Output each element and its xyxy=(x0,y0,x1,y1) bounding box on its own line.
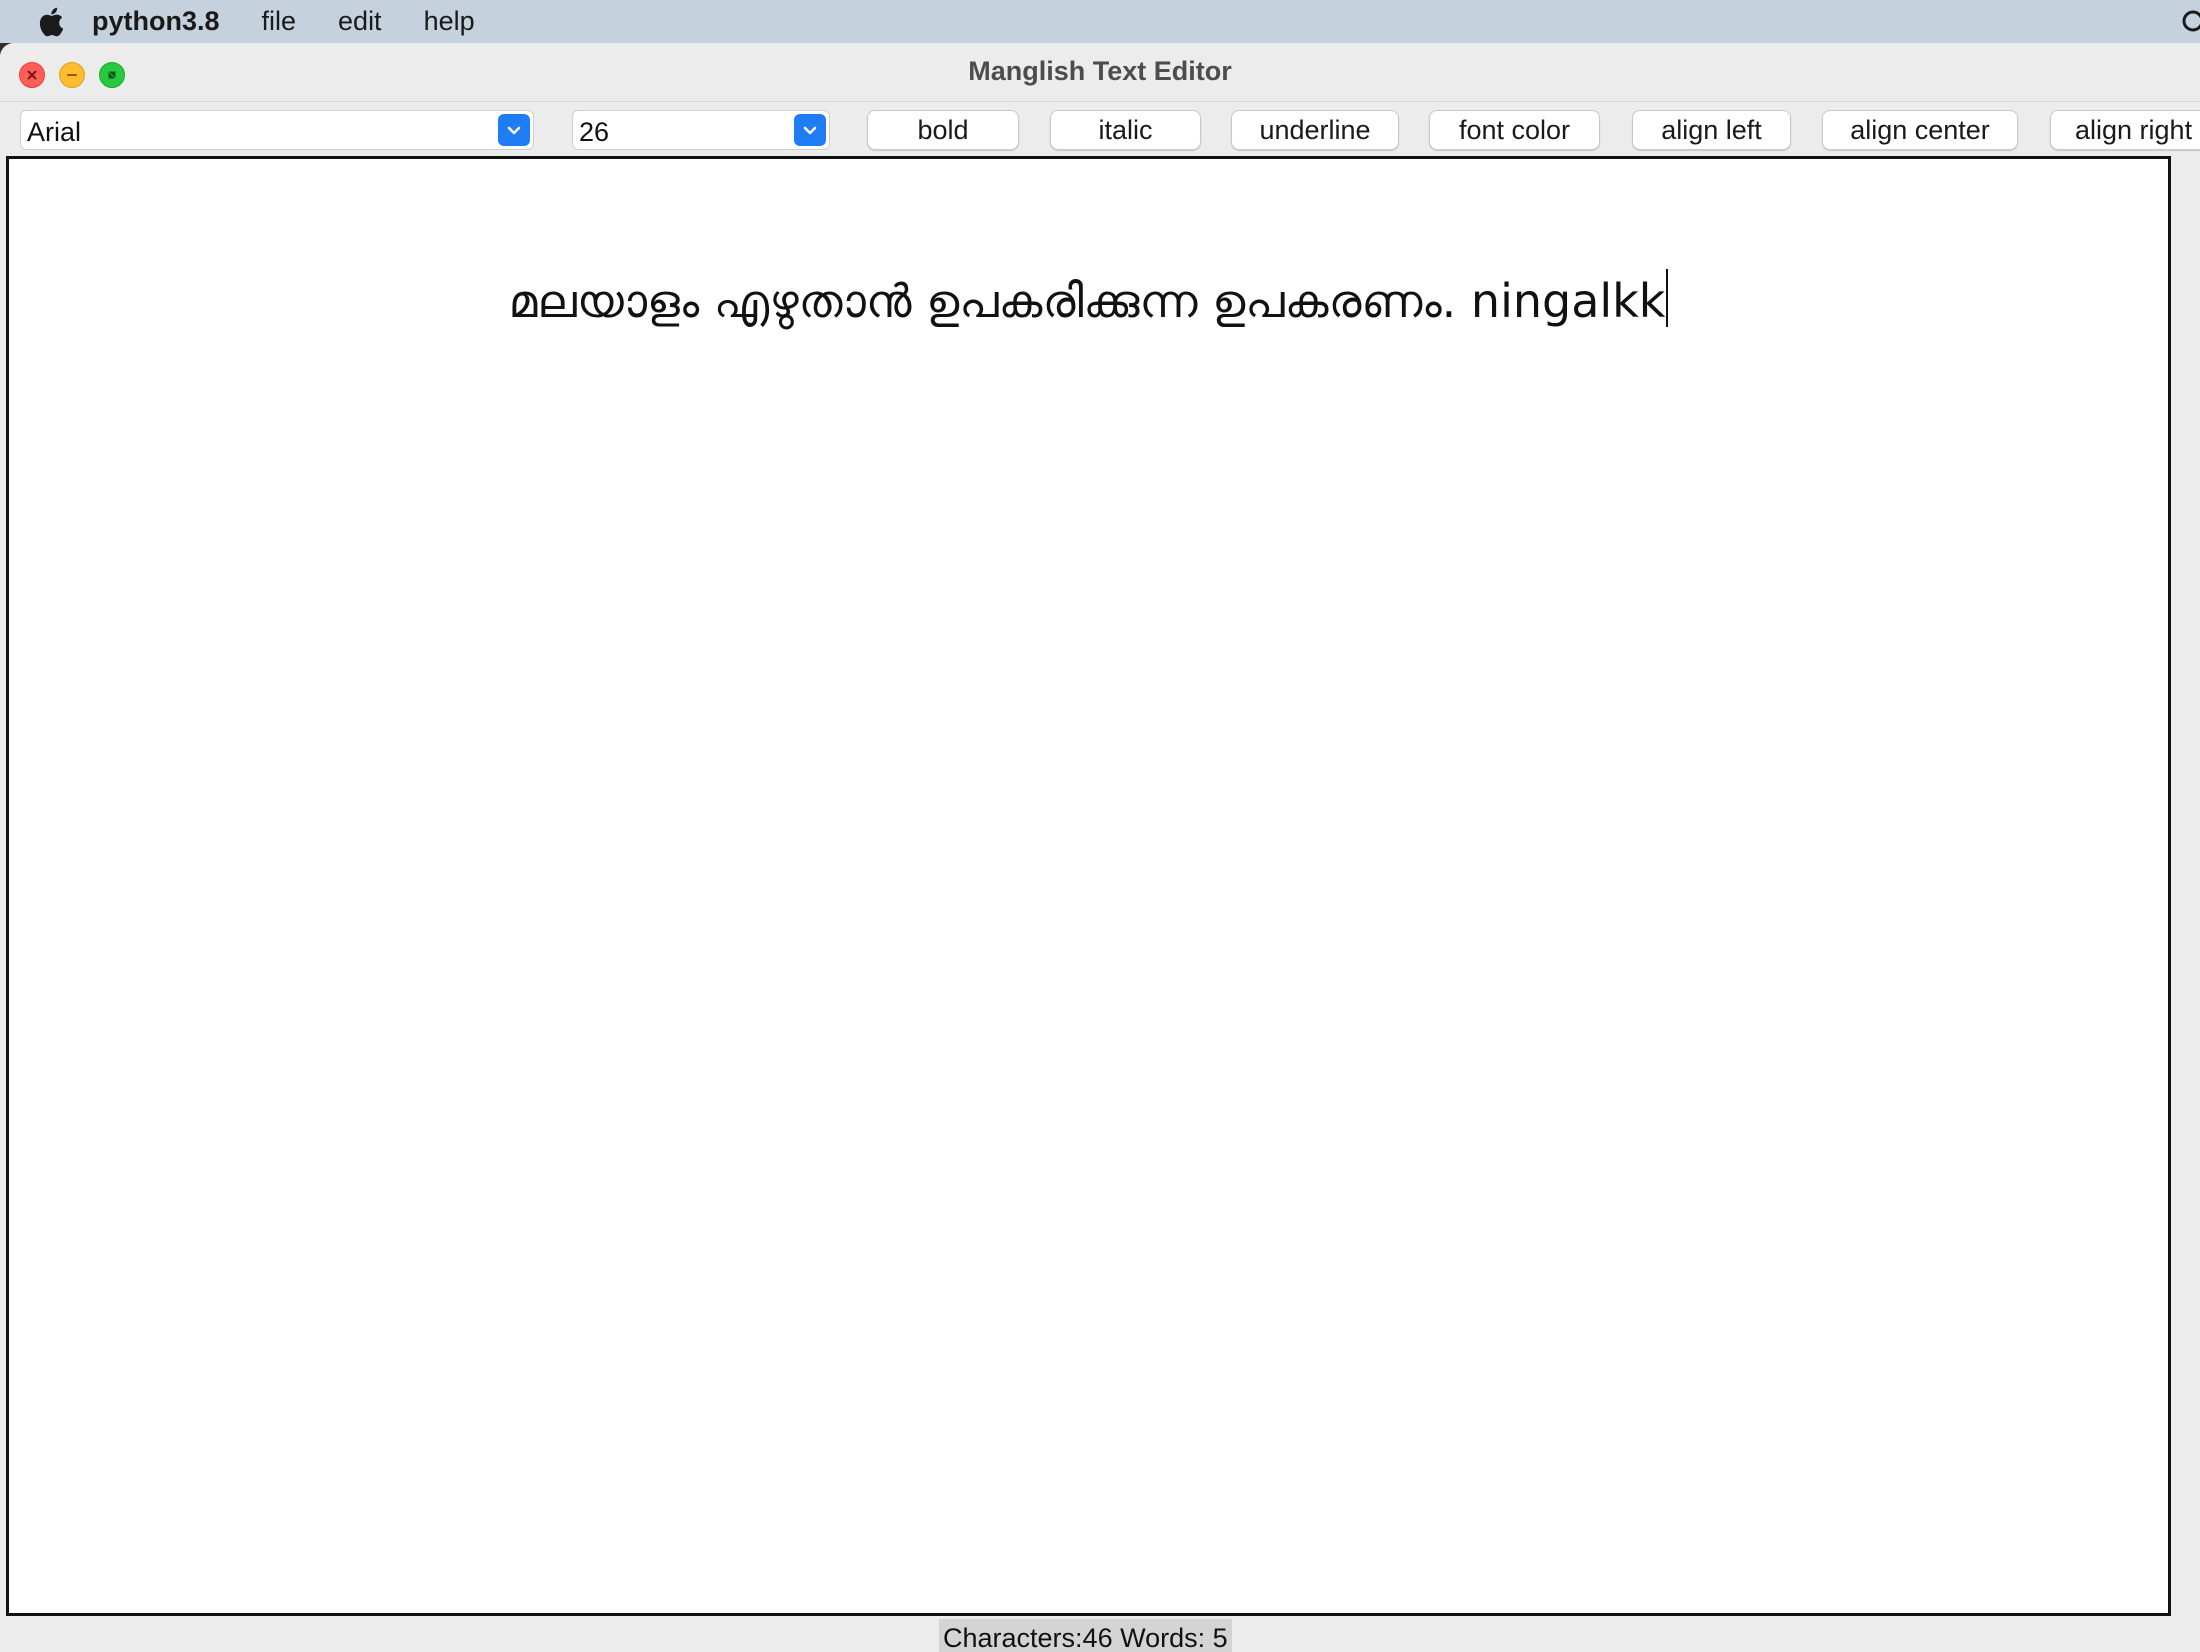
chevron-down-icon xyxy=(803,126,817,135)
bold-button[interactable]: bold xyxy=(867,110,1019,150)
align-right-button[interactable]: align right xyxy=(2050,110,2200,150)
font-color-button[interactable]: font color xyxy=(1429,110,1600,150)
font-size-value: 26 xyxy=(579,117,610,147)
align-center-button[interactable]: align center xyxy=(1822,110,2018,150)
app-window: Manglish Text Editor Arial 26 bold itali… xyxy=(0,43,2200,1652)
status-bar: Characters:46 Words: 5 xyxy=(0,1619,2200,1652)
menu-bar: python3.8 file edit help xyxy=(0,0,2200,43)
menu-file[interactable]: file xyxy=(262,6,297,37)
editor-content: മലയാളം എഴുതാൻ ഉപകരിക്കുന്ന ഉപകരണം. ninga… xyxy=(508,274,1666,328)
control-center-icon[interactable] xyxy=(2180,8,2200,34)
editor-line[interactable]: മലയാളം എഴുതാൻ ഉപകരിക്കുന്ന ഉപകരണം. ninga… xyxy=(9,269,2168,327)
font-family-dropdown-button[interactable] xyxy=(498,114,530,146)
align-left-button[interactable]: align left xyxy=(1632,110,1791,150)
menu-help[interactable]: help xyxy=(424,6,475,37)
apple-logo-icon[interactable] xyxy=(36,5,70,39)
text-editor-area[interactable]: മലയാളം എഴുതാൻ ഉപകരിക്കുന്ന ഉപകരണം. ninga… xyxy=(6,156,2171,1616)
underline-button[interactable]: underline xyxy=(1231,110,1399,150)
font-family-select[interactable]: Arial xyxy=(20,110,534,150)
italic-button[interactable]: italic xyxy=(1050,110,1201,150)
text-caret xyxy=(1666,269,1669,327)
window-title: Manglish Text Editor xyxy=(968,56,1232,86)
menu-app-name[interactable]: python3.8 xyxy=(92,6,220,37)
font-size-dropdown-button[interactable] xyxy=(794,114,826,146)
window-side-strip xyxy=(2171,156,2200,1616)
menu-edit[interactable]: edit xyxy=(338,6,382,37)
font-size-select[interactable]: 26 xyxy=(572,110,830,150)
character-word-count: Characters:46 Words: 5 xyxy=(939,1619,1232,1652)
toolbar: Arial 26 bold italic underline font colo… xyxy=(0,101,2200,153)
font-family-value: Arial xyxy=(27,117,82,147)
title-bar: Manglish Text Editor xyxy=(0,43,2200,102)
chevron-down-icon xyxy=(507,126,521,135)
